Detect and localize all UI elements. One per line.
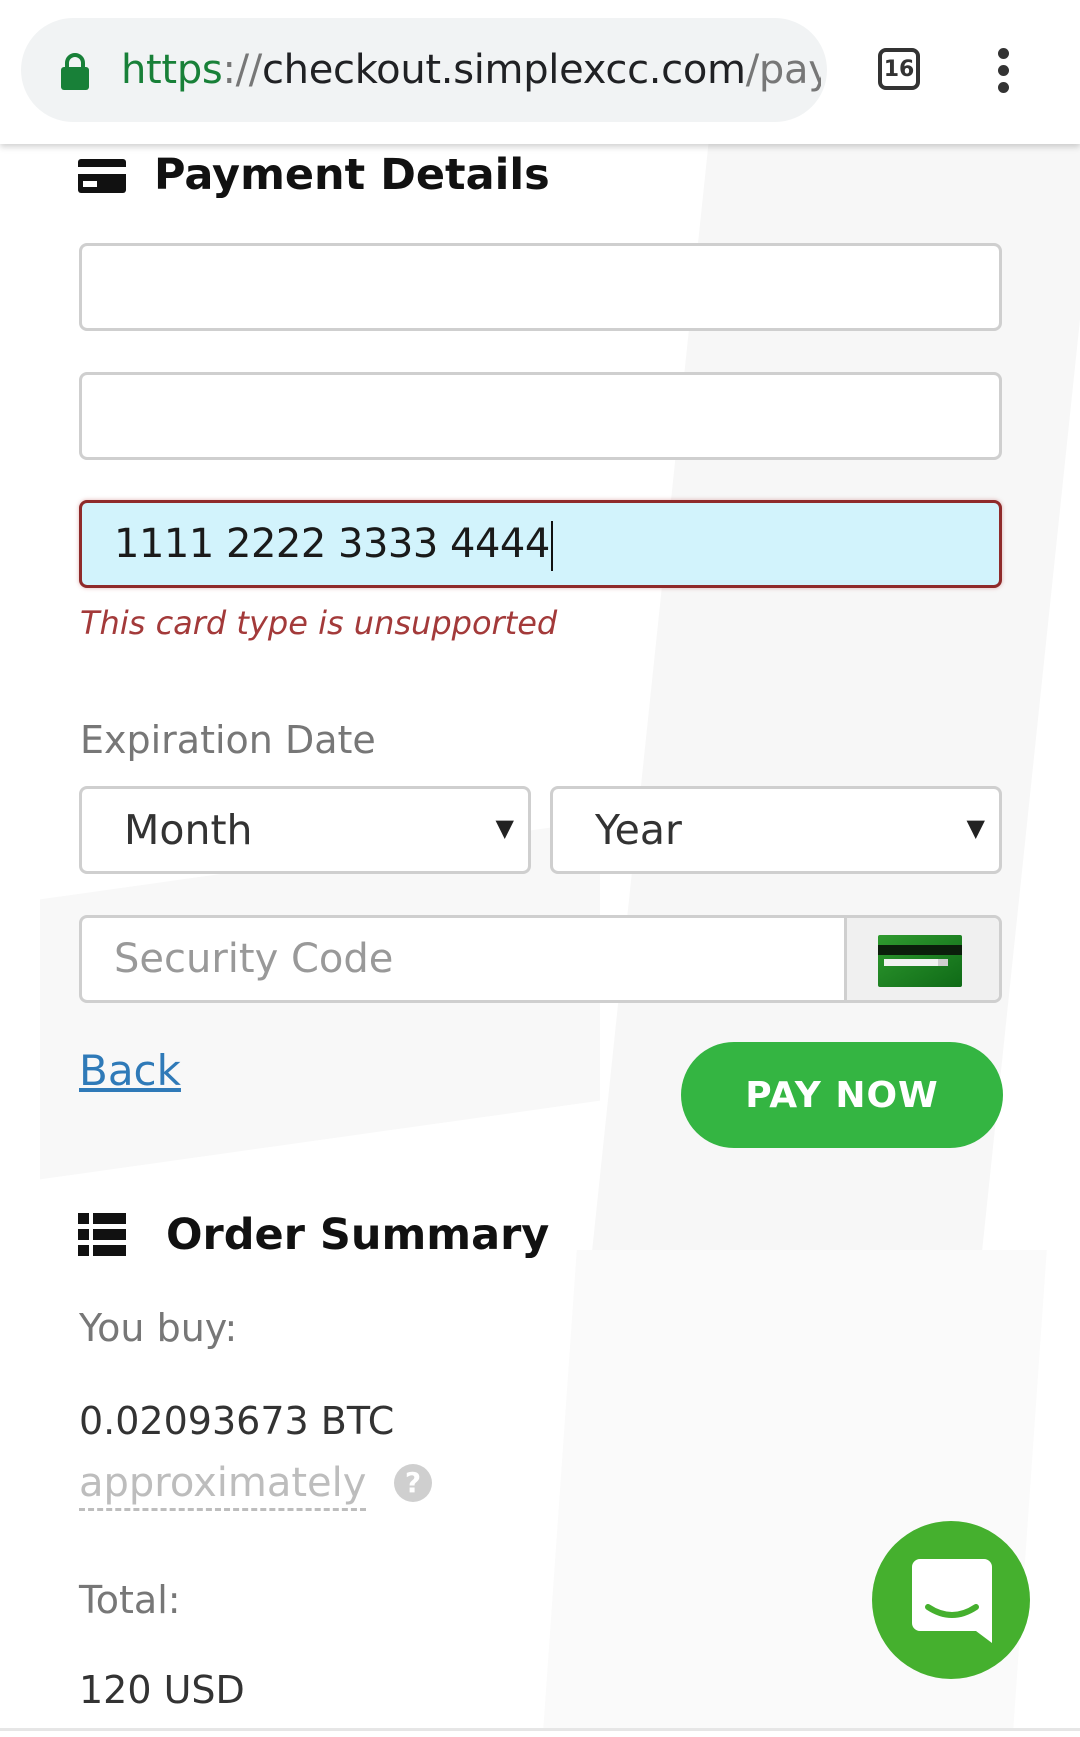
cvv-hint bbox=[844, 918, 999, 1000]
crypto-amount: 0.02093673 BTC bbox=[79, 1399, 395, 1443]
order-summary-header: Order Summary bbox=[78, 1210, 549, 1260]
divider bbox=[0, 1728, 1080, 1731]
browser-toolbar: https://checkout.simplexcc.com/pay 16 bbox=[0, 0, 1080, 144]
security-code-input[interactable]: Security Code bbox=[79, 915, 1002, 1003]
total-label: Total: bbox=[79, 1578, 181, 1622]
card-number-input[interactable]: 1111 2222 3333 4444 bbox=[79, 500, 1002, 588]
list-icon bbox=[78, 1213, 126, 1256]
security-code-placeholder: Security Code bbox=[114, 936, 394, 982]
expiration-date-label: Expiration Date bbox=[80, 718, 376, 762]
approximately-note[interactable]: approximately bbox=[79, 1458, 367, 1511]
more-vert-icon[interactable] bbox=[993, 48, 1013, 94]
year-select[interactable]: Year ▼ bbox=[550, 786, 1002, 874]
payment-details-header: Payment Details bbox=[78, 150, 550, 200]
back-link[interactable]: Back bbox=[79, 1046, 181, 1095]
order-summary-title: Order Summary bbox=[166, 1210, 550, 1260]
cardholder-name-field[interactable] bbox=[79, 243, 1002, 331]
help-icon[interactable]: ? bbox=[394, 1464, 432, 1502]
you-buy-label: You buy: bbox=[79, 1306, 238, 1350]
credit-card-icon bbox=[78, 159, 126, 193]
payment-details-title: Payment Details bbox=[154, 150, 550, 200]
address-bar[interactable]: https://checkout.simplexcc.com/pay bbox=[21, 18, 827, 122]
lock-icon bbox=[61, 53, 89, 90]
pay-now-button[interactable]: PAY NOW bbox=[681, 1042, 1003, 1148]
card-error-message: This card type is unsupported bbox=[80, 604, 558, 642]
url-host: checkout.simplexcc.com bbox=[261, 47, 746, 93]
chat-button[interactable] bbox=[872, 1521, 1030, 1679]
billing-field[interactable] bbox=[79, 372, 1002, 460]
url-scheme: https bbox=[121, 47, 223, 93]
total-value: 120 USD bbox=[79, 1668, 245, 1712]
url-text: https://checkout.simplexcc.com/pay bbox=[121, 42, 821, 98]
year-select-value: Year bbox=[595, 806, 682, 854]
chat-icon bbox=[912, 1559, 992, 1643]
chevron-down-icon: ▼ bbox=[495, 814, 514, 842]
month-select-value: Month bbox=[124, 806, 253, 854]
card-number-value: 1111 2222 3333 4444 bbox=[114, 503, 553, 585]
chevron-down-icon: ▼ bbox=[966, 814, 985, 842]
cvv-card-icon bbox=[878, 935, 962, 987]
url-path: /pay bbox=[745, 47, 821, 93]
tab-switcher-button[interactable]: 16 bbox=[878, 48, 920, 90]
month-select[interactable]: Month ▼ bbox=[79, 786, 531, 874]
url-separator: :// bbox=[222, 47, 262, 93]
